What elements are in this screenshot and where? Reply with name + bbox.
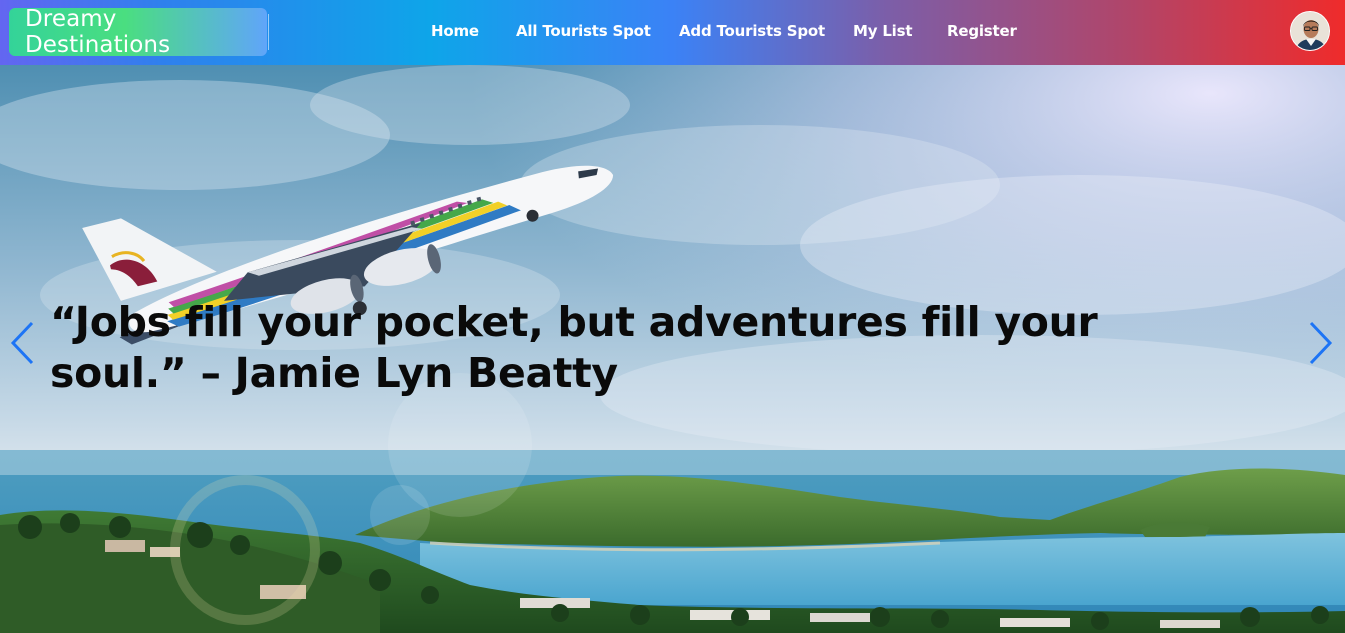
user-avatar-icon [1291, 12, 1329, 50]
nav-link-my-list[interactable]: My List [853, 22, 913, 40]
slider-prev-button[interactable] [8, 320, 38, 366]
hero-slider: “Jobs fill your pocket, but adventures f… [0, 65, 1345, 633]
slider-next-button[interactable] [1305, 320, 1335, 366]
nav-link-add-tourists-spot[interactable]: Add Tourists Spot [679, 22, 825, 40]
chevron-right-icon [1309, 321, 1333, 365]
user-avatar[interactable] [1290, 11, 1330, 51]
hero-quote: “Jobs fill your pocket, but adventures f… [50, 298, 1098, 397]
nav-link-register[interactable]: Register [947, 22, 1017, 40]
navbar: Dreamy Destinations Home All Tourists Sp… [0, 0, 1345, 65]
nav-link-all-tourists-spot[interactable]: All Tourists Spot [516, 22, 651, 40]
nav-link-home[interactable]: Home [431, 22, 479, 40]
chevron-left-icon [10, 321, 34, 365]
brand-name: Dreamy Destinations [25, 6, 171, 58]
brand-logo-button[interactable]: Dreamy Destinations [9, 6, 267, 58]
navbar-divider [268, 14, 269, 50]
